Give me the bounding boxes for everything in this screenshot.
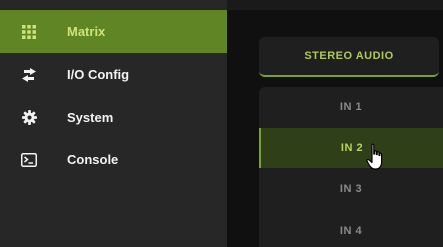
tab-stereo-audio[interactable]: STEREO AUDIO bbox=[259, 37, 439, 77]
sidebar-item-label: System bbox=[67, 110, 114, 125]
gear-icon bbox=[21, 110, 37, 126]
grid-icon bbox=[21, 24, 37, 40]
sidebar-item-label: I/O Config bbox=[67, 67, 130, 82]
sidebar-item-label: Console bbox=[67, 152, 119, 167]
sidebar-item-system[interactable]: System bbox=[0, 96, 227, 139]
input-row-in-2[interactable]: IN 2 bbox=[259, 128, 443, 168]
sidebar-item-io-config[interactable]: I/O Config bbox=[0, 53, 227, 96]
sidebar: Matrix I/O Config System Console bbox=[0, 0, 227, 247]
input-row-in-1[interactable]: IN 1 bbox=[259, 87, 443, 127]
sidebar-item-label: Matrix bbox=[67, 24, 106, 39]
input-row-in-4[interactable]: IN 4 bbox=[259, 211, 443, 247]
top-bar bbox=[227, 0, 443, 10]
hand-cursor-icon bbox=[366, 143, 386, 171]
terminal-icon bbox=[21, 152, 37, 168]
sidebar-item-matrix[interactable]: Matrix bbox=[0, 10, 227, 53]
input-row-in-3[interactable]: IN 3 bbox=[259, 169, 443, 209]
swap-arrows-icon bbox=[21, 67, 37, 83]
sidebar-item-console[interactable]: Console bbox=[0, 138, 227, 181]
